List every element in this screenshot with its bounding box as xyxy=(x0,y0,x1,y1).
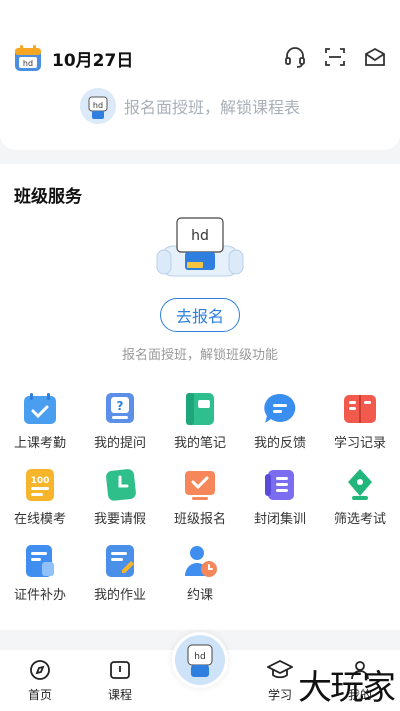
feedback-icon xyxy=(264,393,296,423)
notes-icon xyxy=(186,393,214,425)
tab-label: 学习 xyxy=(267,688,292,702)
header-card: hd 10月27日 hd 报名面授班，解锁课程表 xyxy=(0,0,400,150)
mail-icon[interactable] xyxy=(362,44,388,70)
service-item-screening-exam[interactable]: 筛选考试 xyxy=(320,468,400,530)
service-item-homework[interactable]: 我的作业 xyxy=(80,544,160,606)
graduation-cap-icon xyxy=(267,659,293,679)
service-item-label: 我的反馈 xyxy=(253,436,306,451)
class-enroll-icon xyxy=(185,471,215,500)
headset-icon[interactable] xyxy=(282,44,308,70)
training-icon xyxy=(265,470,294,500)
service-item-notes[interactable]: 我的笔记 xyxy=(160,392,240,454)
mock-exam-icon: 100 xyxy=(26,469,54,501)
study-record-icon xyxy=(344,395,376,423)
screening-exam-icon xyxy=(348,469,372,500)
service-item-label: 我的笔记 xyxy=(173,436,226,451)
scan-icon[interactable] xyxy=(322,44,348,70)
svg-text:hd: hd xyxy=(23,59,33,68)
service-item-label: 约课 xyxy=(186,588,213,603)
tab-home[interactable]: 首页 xyxy=(10,658,70,703)
service-item-booking[interactable]: 约课 xyxy=(160,544,240,606)
promo-text: 报名面授班，解锁课程表 xyxy=(124,98,301,117)
compass-icon xyxy=(30,660,50,680)
header-actions xyxy=(282,44,388,70)
service-item-training[interactable]: 封闭集训 xyxy=(240,468,320,530)
class-service-card: 班级服务 hd 去报名 报名面授班，解锁班级功能 上课考勤 ? 我的提问 我的笔… xyxy=(0,164,400,630)
certificate-icon xyxy=(26,545,54,577)
section-title: 班级服务 xyxy=(14,187,82,207)
mascot-illustration-icon: hd xyxy=(155,212,245,284)
service-item-mock-exam[interactable]: 100 在线模考 xyxy=(0,468,80,530)
watermark-text: 大玩家 xyxy=(298,668,396,708)
enroll-button[interactable]: 去报名 xyxy=(160,298,240,332)
service-item-label: 我要请假 xyxy=(93,512,146,527)
service-item-certificate[interactable]: 证件补办 xyxy=(0,544,80,606)
tab-label: 首页 xyxy=(27,688,52,702)
booking-icon xyxy=(185,546,217,577)
svg-text:?: ? xyxy=(117,399,124,413)
service-item-leave[interactable]: 我要请假 xyxy=(80,468,160,530)
service-item-question[interactable]: ? 我的提问 xyxy=(80,392,160,454)
book-icon xyxy=(110,661,130,679)
mascot-icon: hd xyxy=(175,635,225,685)
svg-text:hd: hd xyxy=(194,652,205,662)
service-item-label: 筛选考试 xyxy=(333,512,386,527)
svg-text:100: 100 xyxy=(31,476,50,486)
service-item-class-enroll[interactable]: 班级报名 xyxy=(160,468,240,530)
service-item-label: 学习记录 xyxy=(333,436,386,451)
promo-banner[interactable]: hd 报名面授班，解锁课程表 xyxy=(80,88,300,124)
date-label: 10月27日 xyxy=(52,50,134,71)
tab-course[interactable]: 课程 xyxy=(90,658,150,703)
mascot-avatar-icon: hd xyxy=(80,88,116,124)
calendar-icon: hd xyxy=(14,44,42,72)
attendance-icon xyxy=(24,393,56,424)
date-row[interactable]: hd 10月27日 xyxy=(14,44,133,72)
service-item-label: 封闭集训 xyxy=(253,512,306,527)
tab-label: 课程 xyxy=(107,688,132,702)
service-item-label: 在线模考 xyxy=(13,512,66,527)
service-item-label: 我的提问 xyxy=(93,436,146,451)
service-item-label: 我的作业 xyxy=(93,588,146,603)
service-item-label: 上课考勤 xyxy=(13,436,66,451)
homework-icon xyxy=(106,545,134,577)
service-item-attendance[interactable]: 上课考勤 xyxy=(0,392,80,454)
center-mascot-button[interactable]: hd xyxy=(172,632,228,688)
service-item-label: 证件补办 xyxy=(13,588,66,603)
svg-text:hd: hd xyxy=(191,228,209,244)
service-item-label: 班级报名 xyxy=(173,512,226,527)
service-item-feedback[interactable]: 我的反馈 xyxy=(240,392,320,454)
unlock-hint: 报名面授班，解锁班级功能 xyxy=(121,348,278,363)
leave-icon xyxy=(106,469,136,501)
service-grid: 上课考勤 ? 我的提问 我的笔记 我的反馈 学习记录 100 在线模考 我要请假… xyxy=(0,392,400,606)
question-icon: ? xyxy=(106,393,134,423)
service-item-study-record[interactable]: 学习记录 xyxy=(320,392,400,454)
svg-text:hd: hd xyxy=(93,101,103,110)
